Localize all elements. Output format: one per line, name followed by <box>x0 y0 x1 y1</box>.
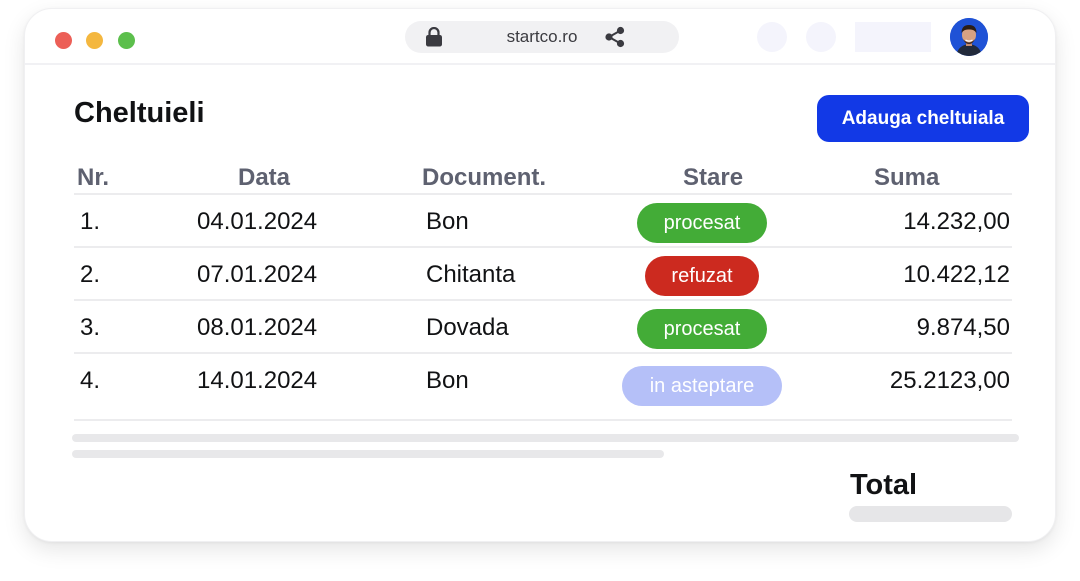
expenses-table: Nr. Data Document. Stare Suma 1. 04.01.2… <box>74 161 1012 407</box>
maximize-window-button[interactable] <box>118 32 135 49</box>
row-date: 04.01.2024 <box>197 208 318 235</box>
row-number: 2. <box>80 261 101 288</box>
toolbar-placeholder-circle <box>806 22 836 52</box>
row-document: Bon <box>426 367 469 394</box>
row-number: 3. <box>80 314 101 341</box>
column-header-nr[interactable]: Nr. <box>77 161 109 195</box>
table-header: Nr. Data Document. Stare Suma <box>74 161 1012 195</box>
total-value-placeholder <box>849 506 1012 522</box>
row-amount: 25.2123,00 <box>889 367 1010 394</box>
table-divider <box>74 419 1012 421</box>
table-row[interactable]: 2. 07.01.2024 Chitanta refuzat 10.422,12 <box>74 248 1012 301</box>
table-row[interactable]: 3. 08.01.2024 Dovada procesat 9.874,50 <box>74 301 1012 354</box>
share-icon[interactable] <box>604 26 626 48</box>
column-header-stare[interactable]: Stare <box>683 161 743 195</box>
column-header-data[interactable]: Data <box>238 161 290 195</box>
status-badge: refuzat <box>645 256 759 296</box>
row-number: 1. <box>80 208 101 235</box>
close-window-button[interactable] <box>55 32 72 49</box>
status-badge: in asteptare <box>622 366 782 406</box>
toolbar-placeholder-rect <box>855 22 931 52</box>
table-row[interactable]: 4. 14.01.2024 Bon in asteptare 25.2123,0… <box>74 354 1012 407</box>
row-document: Chitanta <box>426 261 516 288</box>
row-date: 14.01.2024 <box>197 367 318 394</box>
browser-titlebar: startco.ro <box>25 9 1055 65</box>
row-date: 08.01.2024 <box>197 314 318 341</box>
table-row[interactable]: 1. 04.01.2024 Bon procesat 14.232,00 <box>74 195 1012 248</box>
row-number: 4. <box>80 367 101 394</box>
address-bar[interactable]: startco.ro <box>405 21 679 53</box>
page-title: Cheltuieli <box>74 97 205 129</box>
row-date: 07.01.2024 <box>197 261 318 288</box>
row-document: Bon <box>426 208 469 235</box>
row-amount: 14.232,00 <box>903 208 1010 235</box>
row-document: Dovada <box>426 314 509 341</box>
user-avatar[interactable] <box>950 18 988 56</box>
row-amount: 9.874,50 <box>916 314 1010 341</box>
skeleton-line <box>72 450 664 458</box>
status-badge: procesat <box>637 203 767 243</box>
skeleton-line <box>72 434 1019 442</box>
url-text: startco.ro <box>506 27 578 46</box>
column-header-document[interactable]: Document. <box>422 161 546 195</box>
total-label: Total <box>850 469 918 501</box>
status-badge: procesat <box>637 309 767 349</box>
avatar-image <box>950 18 988 56</box>
browser-window: startco.ro Cheltuieli Adauga cheltuiala … <box>24 8 1056 542</box>
minimize-window-button[interactable] <box>86 32 103 49</box>
row-amount: 10.422,12 <box>903 261 1010 288</box>
add-expense-button[interactable]: Adauga cheltuiala <box>817 95 1029 142</box>
column-header-suma[interactable]: Suma <box>874 161 939 195</box>
toolbar-placeholder-circle <box>757 22 787 52</box>
